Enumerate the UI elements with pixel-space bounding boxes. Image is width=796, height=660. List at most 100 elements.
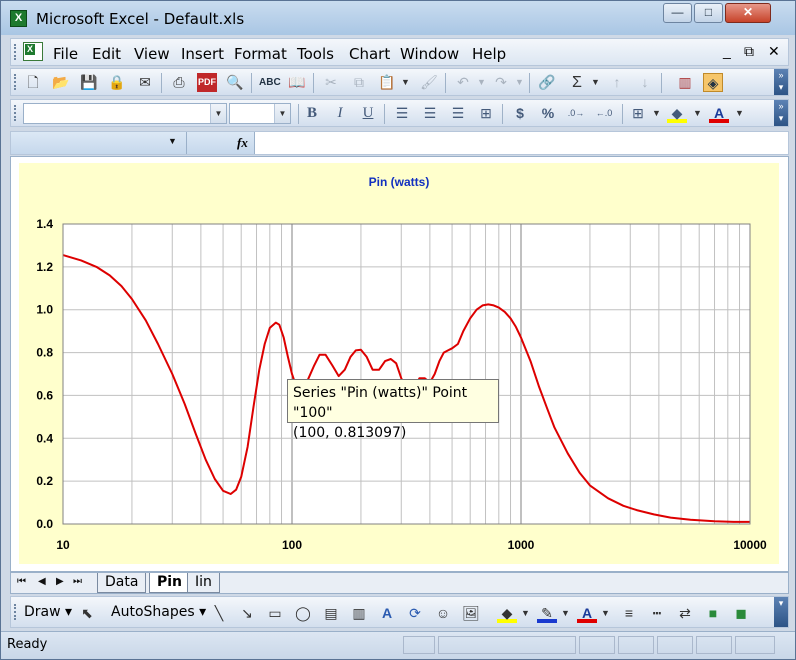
arrow-tool-icon[interactable]: ↘: [237, 604, 257, 623]
save-icon[interactable]: 💾: [79, 73, 99, 92]
align-center-icon[interactable]: ☰: [420, 104, 440, 123]
copy-icon[interactable]: ⧉: [349, 73, 369, 92]
permission-icon[interactable]: 🔒: [107, 73, 127, 92]
font-size-combo[interactable]: ▼: [229, 103, 291, 124]
line-color-dropdown-icon[interactable]: ▼: [561, 604, 570, 623]
format-painter-icon[interactable]: 🖌: [419, 73, 439, 92]
select-objects-icon[interactable]: ⬉: [77, 604, 97, 623]
close-button[interactable]: ✕: [725, 3, 771, 23]
vertical-text-box-icon[interactable]: ▥: [349, 604, 369, 623]
rectangle-tool-icon[interactable]: ▭: [265, 604, 285, 623]
menu-file[interactable]: File: [53, 45, 78, 63]
font-color-dropdown-icon[interactable]: ▼: [735, 104, 744, 123]
menu-tools[interactable]: Tools: [297, 45, 334, 63]
font-color-icon[interactable]: A: [577, 604, 597, 623]
align-left-icon[interactable]: ☰: [392, 104, 412, 123]
autosum-icon[interactable]: Σ: [567, 73, 587, 92]
chart-wizard-icon[interactable]: ▥: [675, 73, 695, 92]
arrow-style-icon[interactable]: ⇄: [675, 604, 695, 623]
font-color-dropdown-icon[interactable]: ▼: [601, 604, 610, 623]
toolbar-grip-icon[interactable]: [14, 44, 17, 60]
toolbar-grip-icon[interactable]: [14, 604, 17, 620]
line-tool-icon[interactable]: ╲: [209, 604, 229, 623]
research-icon[interactable]: 📖: [287, 73, 307, 92]
hyperlink-icon[interactable]: 🔗: [537, 73, 557, 92]
maximize-button[interactable]: □: [694, 3, 723, 23]
first-sheet-icon[interactable]: ⏮: [17, 576, 26, 587]
plot-area[interactable]: 0.0 0.2 0.4 0.6 0.8 1.0 1.2 1.4 10 100 1000 10000: [19, 163, 779, 564]
document-close-button[interactable]: ✕: [768, 43, 780, 60]
toolbar-grip-icon[interactable]: [14, 105, 17, 121]
chevron-down-icon[interactable]: ▼: [274, 104, 290, 123]
underline-button[interactable]: U: [358, 104, 378, 123]
toolbar-overflow-icon[interactable]: ▾: [774, 597, 788, 627]
menu-view[interactable]: View: [134, 45, 170, 63]
menu-help[interactable]: Help: [472, 45, 506, 63]
undo-icon[interactable]: ↶: [453, 73, 473, 92]
clip-art-icon[interactable]: ☺: [433, 604, 453, 623]
fill-color-dropdown-icon[interactable]: ▼: [521, 604, 530, 623]
fill-color-dropdown-icon[interactable]: ▼: [693, 104, 702, 123]
borders-icon[interactable]: ⊞: [628, 104, 648, 123]
open-folder-icon[interactable]: 📂: [51, 73, 71, 92]
line-style-icon[interactable]: ≡: [619, 604, 639, 623]
sheet-tab-data[interactable]: Data: [97, 573, 147, 593]
paste-dropdown-icon[interactable]: ▼: [401, 73, 410, 92]
document-restore-button[interactable]: ⧉: [744, 43, 754, 60]
last-sheet-icon[interactable]: ⏭: [73, 576, 82, 587]
chevron-down-icon[interactable]: ▼: [168, 136, 177, 146]
redo-icon[interactable]: ↷: [491, 73, 511, 92]
text-box-icon[interactable]: ▤: [321, 604, 341, 623]
menu-chart[interactable]: Chart: [349, 45, 390, 63]
oval-tool-icon[interactable]: ◯: [293, 604, 313, 623]
toolbar-overflow-icon[interactable]: » ▾: [774, 100, 788, 126]
toolbar-overflow-icon[interactable]: » ▾: [774, 69, 788, 95]
currency-button[interactable]: $: [510, 104, 530, 123]
undo-dropdown-icon[interactable]: ▼: [477, 73, 486, 92]
new-document-icon[interactable]: 🗋: [23, 73, 43, 92]
chevron-down-icon[interactable]: ▼: [210, 104, 226, 123]
previous-sheet-icon[interactable]: ◀: [38, 576, 46, 587]
next-sheet-icon[interactable]: ▶: [56, 576, 64, 587]
drawing-toggle-icon[interactable]: ◈: [703, 73, 723, 92]
menu-format[interactable]: Format: [234, 45, 287, 63]
sheet-tab-iin[interactable]: Iin: [187, 573, 220, 593]
autosum-dropdown-icon[interactable]: ▼: [591, 73, 600, 92]
merge-center-icon[interactable]: ⊞: [476, 104, 496, 123]
fill-color-icon[interactable]: ◆: [667, 104, 687, 123]
print-preview-icon[interactable]: 🔍: [225, 73, 245, 92]
insert-picture-icon[interactable]: 🖼: [461, 604, 481, 623]
fill-color-icon[interactable]: ◆: [497, 604, 517, 623]
email-icon[interactable]: ✉: [135, 73, 155, 92]
pdf-icon[interactable]: PDF: [197, 73, 217, 92]
increase-decimal-icon[interactable]: .0→: [566, 104, 586, 123]
percent-button[interactable]: %: [538, 104, 558, 123]
font-color-icon[interactable]: A: [709, 104, 729, 123]
minimize-button[interactable]: —: [663, 3, 692, 23]
diagram-icon[interactable]: ⟳: [405, 604, 425, 623]
sheet-tab-pin[interactable]: Pin: [149, 573, 191, 593]
font-name-combo[interactable]: ▼: [23, 103, 227, 124]
draw-menu-button[interactable]: Draw ▾: [24, 604, 72, 620]
menu-window[interactable]: Window: [400, 45, 459, 63]
autoshapes-menu-button[interactable]: AutoShapes ▾: [111, 604, 206, 620]
print-icon[interactable]: ⎙: [169, 73, 189, 92]
borders-dropdown-icon[interactable]: ▼: [652, 104, 661, 123]
line-color-icon[interactable]: ✎: [537, 604, 557, 623]
bold-button[interactable]: B: [302, 104, 322, 123]
spelling-icon[interactable]: ABC: [259, 73, 281, 92]
italic-button[interactable]: I: [330, 104, 350, 123]
name-box[interactable]: ▼: [11, 132, 187, 154]
wordart-icon[interactable]: A: [377, 604, 397, 623]
menu-insert[interactable]: Insert: [181, 45, 224, 63]
sort-ascending-icon[interactable]: ↑: [607, 73, 627, 92]
menu-edit[interactable]: Edit: [92, 45, 121, 63]
cut-icon[interactable]: ✂: [321, 73, 341, 92]
toolbar-grip-icon[interactable]: [14, 74, 17, 90]
decrease-decimal-icon[interactable]: ←.0: [594, 104, 614, 123]
paste-icon[interactable]: 📋: [377, 73, 397, 92]
redo-dropdown-icon[interactable]: ▼: [515, 73, 524, 92]
align-right-icon[interactable]: ☰: [448, 104, 468, 123]
document-minimize-button[interactable]: _: [723, 43, 731, 59]
dash-style-icon[interactable]: ┅: [647, 604, 667, 623]
